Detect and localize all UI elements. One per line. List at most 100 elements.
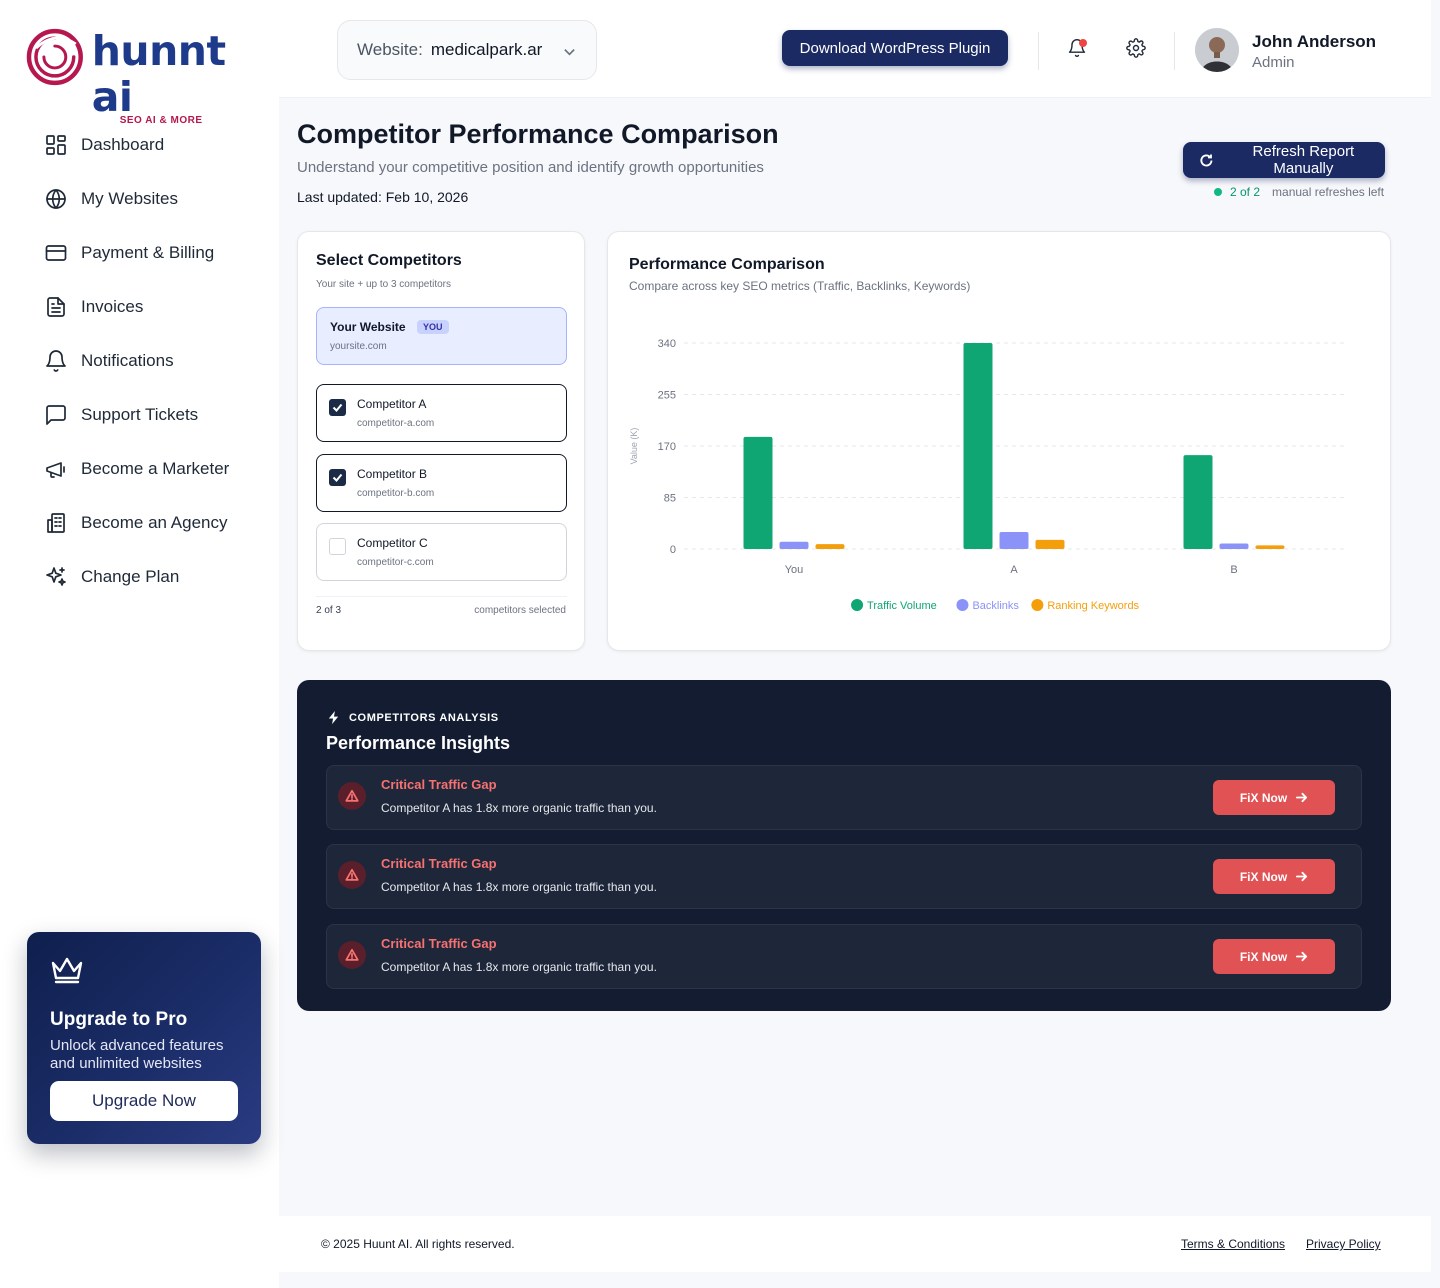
sidebar-item-notifications[interactable]: Notifications <box>44 342 229 380</box>
topbar-divider <box>1038 32 1039 70</box>
download-wordpress-plugin-button[interactable]: Download WordPress Plugin <box>782 30 1008 66</box>
last-updated: Last updated: Feb 10, 2026 <box>297 189 469 205</box>
competitor-url: competitor-a.com <box>357 418 435 429</box>
avatar[interactable] <box>1195 28 1239 72</box>
notification-dot <box>1079 39 1087 47</box>
insight-item: Critical Traffic Gap Competitor A has 1.… <box>326 844 1362 909</box>
legend-label: Traffic Volume <box>867 600 937 612</box>
legend-swatch <box>1031 599 1044 611</box>
sidebar-item-become-marketer[interactable]: Become a Marketer <box>44 450 229 488</box>
brand-name: hunnt ai <box>91 27 226 121</box>
bar <box>999 532 1029 549</box>
sidebar-item-label: Invoices <box>81 297 144 316</box>
checkbox[interactable] <box>329 469 346 486</box>
fix-now-button[interactable]: FiX Now <box>1213 939 1335 974</box>
competitors-count-label: competitors selected <box>474 605 566 616</box>
notifications-button[interactable] <box>1067 38 1089 60</box>
refresh-report-label: Refresh Report Manually <box>1252 143 1355 177</box>
fix-now-label: FiX Now <box>1239 869 1288 884</box>
bar <box>779 541 809 549</box>
insights-title: Performance Insights <box>326 733 511 753</box>
sidebar-nav: Dashboard My Websites Payment & Billing … <box>44 126 229 612</box>
refresh-status: 2 of 2 manual refreshes left <box>1214 185 1384 199</box>
sidebar: hunnt ai SEO AI & MORE Dashboard My Webs… <box>0 0 279 1288</box>
credit-card-icon <box>45 245 67 261</box>
globe-icon <box>46 189 66 209</box>
sidebar-item-payment-billing[interactable]: Payment & Billing <box>44 234 229 272</box>
insight-item: Critical Traffic Gap Competitor A has 1.… <box>326 765 1362 830</box>
user-name[interactable]: John Anderson <box>1252 32 1376 52</box>
fix-now-label: FiX Now <box>1239 949 1288 964</box>
bar <box>1255 545 1285 549</box>
check-icon <box>332 473 343 482</box>
dashboard-icon <box>46 135 66 155</box>
y-tick-label: 0 <box>670 544 676 556</box>
competitor-name: Competitor C <box>357 536 428 550</box>
competitor-a-option[interactable]: Competitor A competitor-a.com <box>316 384 567 442</box>
competitor-b-option[interactable]: Competitor B competitor-b.com <box>316 454 567 512</box>
upgrade-card: Upgrade to Pro Unlock advanced features … <box>27 932 261 1144</box>
sidebar-item-my-websites[interactable]: My Websites <box>44 180 229 218</box>
terms-link[interactable]: Terms & Conditions <box>1181 1237 1285 1251</box>
chat-icon <box>46 405 66 425</box>
competitor-c-option[interactable]: Competitor C competitor-c.com <box>316 523 567 581</box>
competitor-url: competitor-b.com <box>357 488 435 499</box>
topbar-divider <box>1174 32 1175 70</box>
sidebar-item-dashboard[interactable]: Dashboard <box>44 126 229 164</box>
card-title: Select Competitors <box>316 252 462 269</box>
insights-kicker: COMPETITORS ANALYSIS <box>326 710 499 725</box>
bar <box>1183 455 1213 549</box>
fix-now-label: FiX Now <box>1239 790 1288 805</box>
sidebar-item-label: Become a Marketer <box>81 459 230 478</box>
sidebar-item-label: Support Tickets <box>81 405 199 424</box>
privacy-link[interactable]: Privacy Policy <box>1306 1237 1381 1251</box>
brand-logo[interactable]: hunnt ai SEO AI & MORE <box>26 28 279 126</box>
warning-icon <box>338 782 366 810</box>
y-tick-label: 340 <box>658 338 676 350</box>
bar <box>1035 539 1065 549</box>
checkbox[interactable] <box>329 399 346 416</box>
legend-label: Backlinks <box>972 600 1019 612</box>
fix-now-button[interactable]: FiX Now <box>1213 859 1335 894</box>
sidebar-item-support-tickets[interactable]: Support Tickets <box>44 396 229 434</box>
sidebar-item-become-agency[interactable]: Become an Agency <box>44 504 229 542</box>
insight-text: Competitor A has 1.8x more organic traff… <box>381 880 657 894</box>
brand-tagline: SEO AI & MORE <box>119 115 203 126</box>
insight-heading: Critical Traffic Gap <box>381 856 497 871</box>
megaphone-icon <box>46 462 65 478</box>
sidebar-item-invoices[interactable]: Invoices <box>44 288 229 326</box>
competitors-count: 2 of 3 <box>316 605 342 616</box>
insight-heading: Critical Traffic Gap <box>381 777 497 792</box>
gear-icon <box>1126 38 1146 58</box>
x-tick-label: A <box>1010 564 1018 576</box>
arrow-right-icon <box>1296 951 1308 962</box>
website-select[interactable]: Website: medicalpark.ar <box>337 20 597 80</box>
settings-button[interactable] <box>1126 38 1148 60</box>
copyright: © 2025 Huunt AI. All rights reserved. <box>321 1237 515 1251</box>
arrow-right-icon <box>1296 871 1308 882</box>
checkbox[interactable] <box>329 538 346 555</box>
upgrade-now-button[interactable]: Upgrade Now <box>50 1081 238 1121</box>
chevron-down-icon <box>564 49 575 56</box>
you-badge: YOU <box>417 320 449 334</box>
your-website-name: Your Website <box>330 320 406 334</box>
refresh-icon <box>1200 154 1213 166</box>
x-tick-label: B <box>1230 564 1237 576</box>
legend-swatch <box>956 599 969 611</box>
your-website-item: Your Website YOU yoursite.com <box>316 307 567 365</box>
y-tick-label: 170 <box>658 441 676 453</box>
insights-kicker-label: COMPETITORS ANALYSIS <box>349 711 499 724</box>
insight-heading: Critical Traffic Gap <box>381 936 497 951</box>
divider <box>316 596 567 597</box>
legend-label: Ranking Keywords <box>1047 600 1139 612</box>
crown-icon <box>51 957 83 984</box>
user-avatar-icon <box>1195 28 1239 72</box>
your-website-url: yoursite.com <box>330 341 387 352</box>
x-tick-label: You <box>785 564 804 576</box>
sidebar-item-change-plan[interactable]: Change Plan <box>44 558 229 596</box>
bar <box>1219 543 1249 549</box>
warning-icon <box>338 941 366 969</box>
topbar: Website: medicalpark.ar Download WordPre… <box>279 0 1431 98</box>
fix-now-button[interactable]: FiX Now <box>1213 780 1335 815</box>
refresh-report-button[interactable]: Refresh Report Manually <box>1183 142 1385 178</box>
